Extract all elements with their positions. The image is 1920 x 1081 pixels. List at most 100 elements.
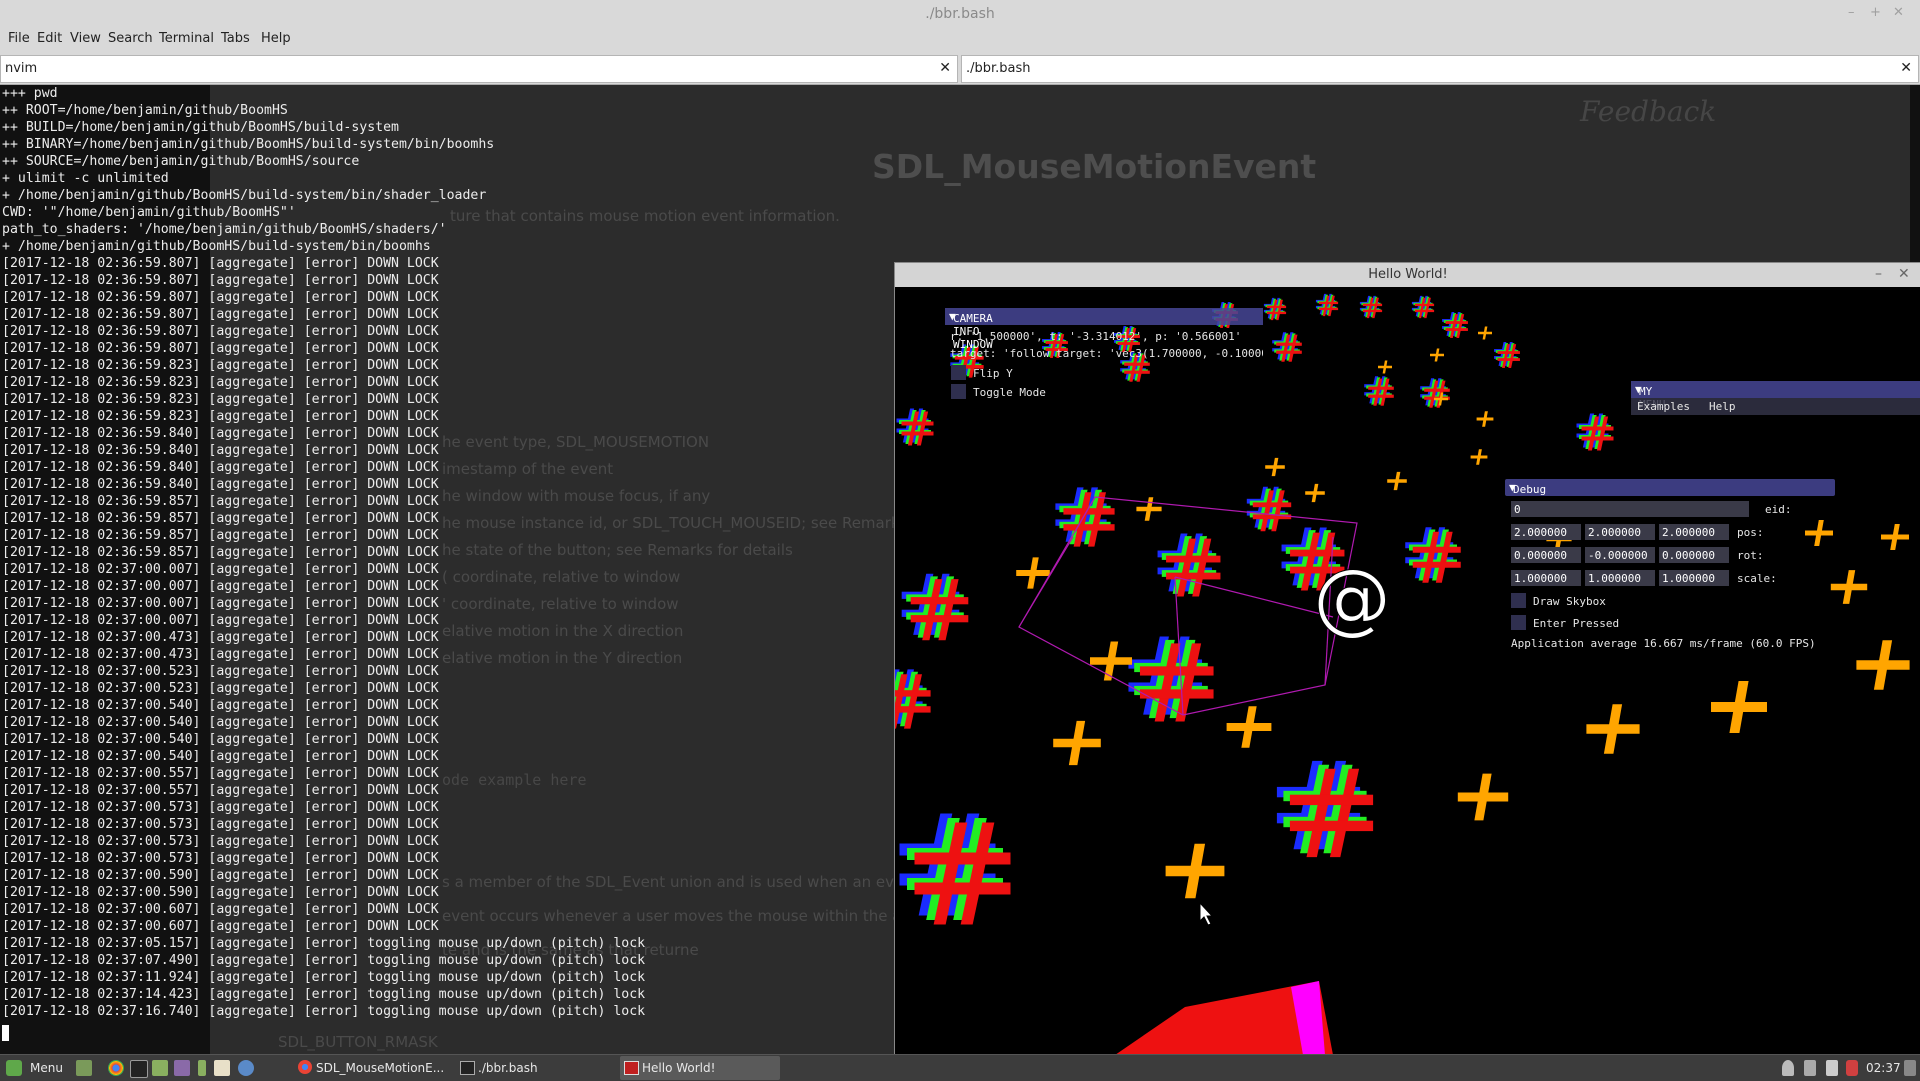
menu-view[interactable]: View — [70, 31, 101, 46]
terminal-launcher-icon[interactable] — [130, 1060, 148, 1078]
terminal-line: [2017-12-18 02:36:59.807] [aggregate] [e… — [2, 290, 439, 305]
camera-info-window[interactable]: ▼ CAMERA INFO WINDOW r: '1.500000', t: '… — [945, 308, 1263, 418]
settings-icon[interactable] — [238, 1060, 254, 1076]
pen-icon[interactable] — [1804, 1060, 1816, 1076]
scale-label: scale: — [1737, 572, 1777, 585]
terminal-line: [2017-12-18 02:37:00.590] [aggregate] [e… — [2, 868, 439, 883]
flip-y-checkbox[interactable] — [951, 365, 966, 380]
maximize-icon[interactable]: + — [1870, 5, 1881, 20]
close-icon[interactable]: ✕ — [1893, 5, 1904, 20]
close-tab-icon[interactable]: ✕ — [1900, 60, 1912, 76]
enter-pressed-checkbox[interactable] — [1511, 615, 1526, 630]
menu-search[interactable]: Search — [108, 31, 153, 46]
user-icon[interactable] — [1782, 1060, 1794, 1076]
taskbar-item-label: SDL_MouseMotionE... — [316, 1061, 445, 1075]
menu-help[interactable]: Help — [261, 31, 291, 46]
terminal-line: [2017-12-18 02:36:59.840] [aggregate] [e… — [2, 426, 439, 441]
terminal-line: [2017-12-18 02:37:00.007] [aggregate] [e… — [2, 596, 439, 611]
hello-world-window[interactable]: Hello World! – ✕ @ ▼ CAMERA INFO WINDOW … — [894, 262, 1920, 1056]
scale-y-field[interactable]: 1.000000 — [1585, 570, 1655, 586]
my-menu-header[interactable]: ▼ MY MENU — [1631, 381, 1920, 411]
pos-y-field[interactable]: 2.000000 — [1585, 524, 1655, 540]
camera-target-line: target: 'follow target: 'vec3(1.700000, … — [950, 347, 1263, 360]
close-tab-icon[interactable]: ✕ — [939, 60, 951, 76]
debug-window[interactable]: ▼ Debug 0 eid: 2.000000 2.000000 2.00000… — [1505, 479, 1875, 650]
terminal-line: [2017-12-18 02:36:59.857] [aggregate] [e… — [2, 545, 439, 560]
my-menu-window[interactable]: ▼ MY MENU Examples Help — [1631, 381, 1920, 417]
taskbar-item-hello-world[interactable]: Hello World! — [620, 1056, 780, 1080]
tab-label: ./bbr.bash — [966, 61, 1031, 76]
terminal-line: [2017-12-18 02:37:00.573] [aggregate] [e… — [2, 834, 439, 849]
hello-title-bar: Hello World! – ✕ — [895, 263, 1920, 287]
app-launcher-icon[interactable] — [174, 1060, 190, 1076]
shield-icon[interactable] — [1846, 1060, 1858, 1076]
terminal-line: [2017-12-18 02:36:59.807] [aggregate] [e… — [2, 273, 439, 288]
terminal-line: [2017-12-18 02:36:59.823] [aggregate] [e… — [2, 375, 439, 390]
at-symbol-marker: @ — [1313, 554, 1391, 644]
rot-z-field[interactable]: 0.000000 — [1659, 547, 1729, 563]
network-icon[interactable] — [1904, 1060, 1916, 1076]
show-desktop-icon[interactable] — [76, 1060, 92, 1076]
minimize-icon[interactable]: – — [1848, 5, 1855, 20]
menu-help[interactable]: Help — [1709, 400, 1736, 413]
taskbar-item-browser[interactable]: SDL_MouseMotionE... — [294, 1056, 444, 1080]
terminal-line: [2017-12-18 02:36:59.823] [aggregate] [e… — [2, 409, 439, 424]
files-icon[interactable] — [152, 1060, 168, 1076]
terminal-line: [2017-12-18 02:37:00.523] [aggregate] [e… — [2, 681, 439, 696]
terminal-line: [2017-12-18 02:36:59.840] [aggregate] [e… — [2, 460, 439, 475]
menu-tabs[interactable]: Tabs — [221, 31, 250, 46]
menu-edit[interactable]: Edit — [37, 31, 62, 46]
terminal-line: ++ ROOT=/home/benjamin/github/BoomHS — [2, 103, 288, 118]
camera-rtp-line: r: '1.500000', t: '-3.314012', p: '0.566… — [950, 330, 1242, 343]
rot-y-field[interactable]: -0.000000 — [1585, 547, 1655, 563]
menu-examples[interactable]: Examples — [1637, 400, 1690, 413]
menu-terminal[interactable]: Terminal — [159, 31, 214, 46]
camera-info-header[interactable]: ▼ CAMERA INFO WINDOW — [945, 308, 1263, 351]
chrome-icon[interactable] — [108, 1060, 124, 1076]
mint-logo-icon — [6, 1060, 22, 1076]
terminal-cursor — [2, 1025, 9, 1041]
pos-x-field[interactable]: 2.000000 — [1511, 524, 1581, 540]
terminal-line: [2017-12-18 02:37:00.573] [aggregate] [e… — [2, 851, 439, 866]
taskbar-item-label: Hello World! — [642, 1061, 716, 1075]
start-menu-button[interactable]: Menu — [4, 1055, 68, 1081]
rot-x-field[interactable]: 0.000000 — [1511, 547, 1581, 563]
terminal-line: [2017-12-18 02:37:00.007] [aggregate] [e… — [2, 613, 439, 628]
tab-bbr-bash[interactable]: ./bbr.bash ✕ — [961, 55, 1919, 83]
text-editor-icon[interactable] — [214, 1060, 230, 1076]
terminal-line: ++ BINARY=/home/benjamin/github/BoomHS/b… — [2, 137, 495, 152]
terminal-line: [2017-12-18 02:37:00.607] [aggregate] [e… — [2, 902, 439, 917]
terminal-line: [2017-12-18 02:37:00.540] [aggregate] [e… — [2, 715, 439, 730]
terminal-output: +++ pwd ++ ROOT=/home/benjamin/github/Boo… — [2, 85, 645, 1020]
terminal-line: [2017-12-18 02:36:59.857] [aggregate] [e… — [2, 528, 439, 543]
terminal-line: ++ SOURCE=/home/benjamin/github/BoomHS/s… — [2, 154, 360, 169]
debug-header[interactable]: ▼ Debug — [1505, 479, 1835, 496]
taskbar-item-terminal[interactable]: ./bbr.bash — [456, 1056, 606, 1080]
terminal-line: +++ pwd — [2, 86, 58, 101]
hello-window-title: Hello World! — [1368, 267, 1448, 282]
minimize-icon[interactable]: – — [1875, 266, 1882, 282]
scale-x-field[interactable]: 1.000000 — [1511, 570, 1581, 586]
app-launcher-icon[interactable] — [198, 1060, 206, 1076]
terminal-line: [2017-12-18 02:37:00.607] [aggregate] [e… — [2, 919, 439, 934]
terminal-line: path_to_shaders: '/home/benjamin/github/… — [2, 222, 447, 237]
close-icon[interactable]: ✕ — [1898, 266, 1910, 282]
terminal-line: [2017-12-18 02:37:00.007] [aggregate] [e… — [2, 579, 439, 594]
toggle-mode-checkbox[interactable] — [951, 384, 966, 399]
volume-icon[interactable] — [1826, 1060, 1838, 1076]
terminal-line: [2017-12-18 02:36:59.807] [aggregate] [e… — [2, 341, 439, 356]
terminal-line: [2017-12-18 02:37:05.157] [aggregate] [e… — [2, 936, 646, 951]
terminal-line: [2017-12-18 02:37:00.557] [aggregate] [e… — [2, 766, 439, 781]
my-menu-bar: Examples Help — [1631, 398, 1920, 415]
eid-field[interactable]: 0 — [1511, 501, 1749, 517]
tab-nvim[interactable]: nvim ✕ — [0, 55, 958, 83]
draw-skybox-checkbox[interactable] — [1511, 593, 1526, 608]
tab-label: nvim — [5, 61, 38, 76]
terminal-line: CWD: '"/home/benjamin/github/BoomHS"' — [2, 205, 296, 220]
menu-file[interactable]: File — [8, 31, 30, 46]
pos-z-field[interactable]: 2.000000 — [1659, 524, 1729, 540]
scale-z-field[interactable]: 1.000000 — [1659, 570, 1729, 586]
terminal-line: [2017-12-18 02:37:16.740] [aggregate] [e… — [2, 1004, 646, 1019]
draw-skybox-label: Draw Skybox — [1533, 595, 1606, 608]
clock[interactable]: 02:37 — [1866, 1061, 1901, 1075]
